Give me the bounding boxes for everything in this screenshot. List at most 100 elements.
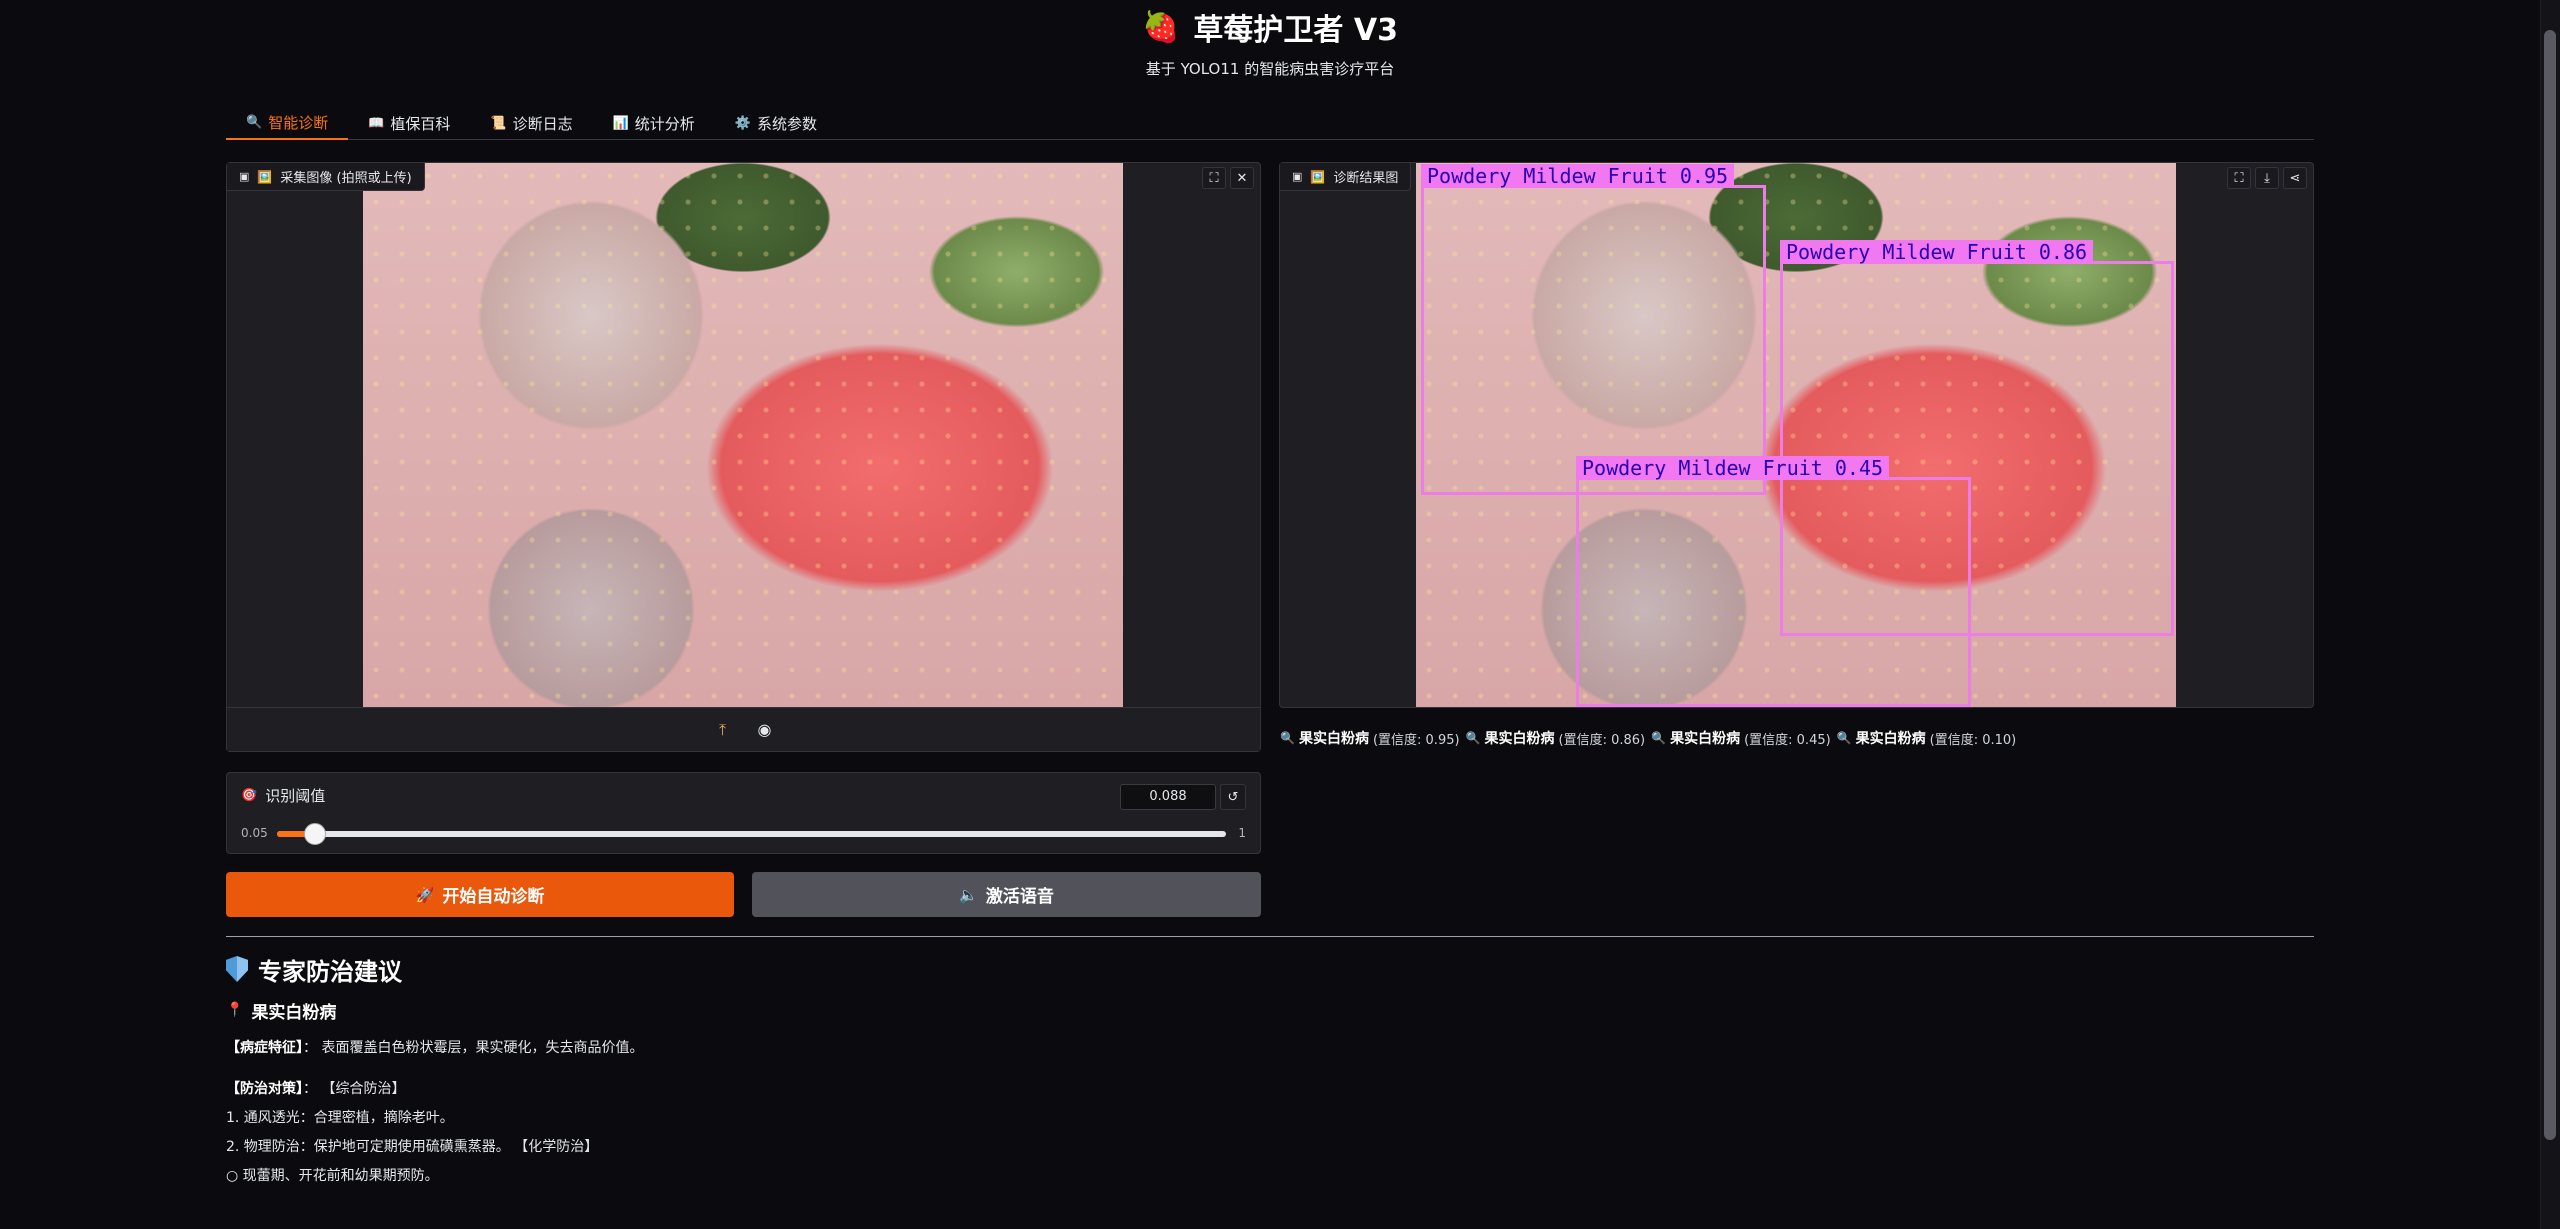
slider-max-label: 1 bbox=[1238, 826, 1246, 840]
detection-box: Powdery Mildew Fruit 0.45 bbox=[1576, 456, 1971, 707]
fullscreen-icon[interactable]: ⛶ bbox=[1202, 167, 1226, 189]
advice-title: 专家防治建议 bbox=[258, 957, 402, 986]
symptom-text: ： 表面覆盖白色粉状霉层，果实硬化，失去商品价值。 bbox=[303, 1040, 644, 1056]
detection-label: Powdery Mildew Fruit 0.95 bbox=[1421, 164, 1735, 188]
image-icon: ▣ bbox=[1292, 170, 1303, 183]
page-subtitle: 基于 YOLO11 的智能病虫害诊疗平台 bbox=[1145, 60, 1395, 78]
detection-label: Powdery Mildew Fruit 0.45 bbox=[1576, 456, 1890, 480]
disease-name: 果实白粉病 bbox=[251, 1002, 337, 1023]
control-step: ○ 现蕾期、开花前和幼果期预防。 bbox=[226, 1168, 439, 1184]
start-diagnosis-button[interactable]: 🚀 开始自动诊断 bbox=[226, 872, 734, 917]
tab-system-params[interactable]: ⚙️ 系统参数 bbox=[715, 106, 837, 140]
seed-texture bbox=[363, 163, 1123, 707]
share-icon[interactable]: ⋖ bbox=[2283, 167, 2307, 189]
page-title: 🍓 草莓护卫者 V3 bbox=[226, 9, 2314, 49]
app-title: 草莓护卫者 V3 bbox=[1193, 13, 1398, 48]
disease-heading: 📍 果实白粉病 bbox=[226, 998, 2314, 1023]
tab-label: 诊断日志 bbox=[512, 114, 573, 133]
magnifier-icon: 🔍 bbox=[1280, 731, 1295, 745]
target-icon: 🎯 bbox=[241, 788, 258, 803]
result-confidence: (置信度: 0.10) bbox=[1929, 732, 2017, 748]
start-diagnosis-label: 开始自动诊断 bbox=[442, 887, 545, 907]
shield-icon bbox=[226, 956, 248, 982]
slider-min-label: 0.05 bbox=[241, 826, 268, 840]
picture-icon: 🖼️ bbox=[1310, 169, 1326, 184]
result-disease: 果实白粉病 bbox=[1484, 731, 1555, 747]
tab-label: 智能诊断 bbox=[268, 113, 329, 132]
section-divider bbox=[226, 936, 2314, 937]
result-confidence: (置信度: 0.86) bbox=[1558, 732, 1646, 748]
diagnosis-results: 🔍 果实白粉病 (置信度: 0.95) 🔍 果实白粉病 (置信度: 0.86) … bbox=[1280, 728, 2016, 748]
advice-heading: 专家防治建议 bbox=[226, 952, 2314, 986]
image-icon: ▣ bbox=[239, 170, 250, 183]
result-disease: 果实白粉病 bbox=[1855, 731, 1926, 747]
result-confidence: (置信度: 0.95) bbox=[1372, 732, 1460, 748]
bar-chart-icon: 📊 bbox=[612, 115, 629, 131]
tab-label: 植保百科 bbox=[390, 114, 451, 133]
control-text: ： 【综合防治】 bbox=[303, 1081, 406, 1097]
fullscreen-icon[interactable]: ⛶ bbox=[2227, 167, 2251, 189]
magnifier-icon: 🔍 bbox=[1651, 731, 1667, 745]
symptom-paragraph: 【病症特征】： 表面覆盖白色粉状霉层，果实硬化，失去商品价值。 bbox=[226, 1034, 2314, 1063]
tab-label: 系统参数 bbox=[757, 114, 818, 133]
result-item: 🔍 果实白粉病 (置信度: 0.95) bbox=[1280, 728, 1460, 748]
result-panel-label: ▣ 🖼️ 诊断结果图 bbox=[1280, 163, 1412, 191]
result-disease: 果实白粉病 bbox=[1670, 731, 1741, 747]
activate-voice-label: 激活语音 bbox=[985, 887, 1054, 907]
result-disease: 果实白粉病 bbox=[1298, 731, 1369, 747]
tab-diagnosis-log[interactable]: 📜 诊断日志 bbox=[470, 106, 592, 140]
detection-box: Powdery Mildew Fruit 0.95 bbox=[1421, 164, 1766, 495]
book-icon: 📖 bbox=[368, 115, 385, 131]
magnifier-icon: 🔍 bbox=[1465, 731, 1481, 745]
result-photo: Powdery Mildew Fruit 0.95 Powdery Mildew… bbox=[1416, 163, 2176, 707]
threshold-slider[interactable] bbox=[277, 823, 1226, 845]
pin-icon: 📍 bbox=[226, 1002, 244, 1018]
reset-icon[interactable]: ↺ bbox=[1220, 784, 1246, 810]
control-title: 【防治对策】 bbox=[226, 1081, 303, 1097]
gear-icon: ⚙️ bbox=[734, 115, 751, 131]
tab-plant-encyclopedia[interactable]: 📖 植保百科 bbox=[348, 106, 470, 140]
slider-handle[interactable] bbox=[303, 823, 326, 845]
expert-advice: 专家防治建议 📍 果实白粉病 【病症特征】： 表面覆盖白色粉状霉层，果实硬化，失… bbox=[226, 952, 2314, 1191]
result-item: 🔍 果实白粉病 (置信度: 0.10) bbox=[1837, 728, 2017, 748]
tab-smart-diagnosis[interactable]: 🔍 智能诊断 bbox=[226, 106, 349, 140]
control-step: 1. 通风透光：合理密植，摘除老叶。 bbox=[226, 1110, 454, 1126]
result-image-panel: ▣ 🖼️ 诊断结果图 ⛶ ⤓ ⋖ Powdery Mildew Fruit 0.… bbox=[1279, 162, 2314, 708]
close-icon[interactable]: ✕ bbox=[1230, 167, 1254, 189]
magnifier-icon: 🔍 bbox=[1836, 731, 1852, 745]
tab-label: 统计分析 bbox=[634, 114, 695, 133]
control-step: 2. 物理防治：保护地可定期使用硫磺熏蒸器。 【化学防治】 bbox=[226, 1139, 599, 1155]
picture-icon: 🖼️ bbox=[257, 169, 273, 184]
webcam-icon[interactable]: ◉ bbox=[753, 719, 777, 741]
result-item: 🔍 果实白粉病 (置信度: 0.86) bbox=[1466, 728, 1646, 748]
input-panel-label: ▣ 🖼️ 采集图像 (拍照或上传) bbox=[227, 163, 425, 191]
threshold-panel: 🎯 识别阈值 0.088 ↺ 0.05 1 bbox=[226, 772, 1261, 854]
strawberry-icon: 🍓 bbox=[1142, 9, 1180, 45]
result-item: 🔍 果实白粉病 (置信度: 0.45) bbox=[1651, 728, 1831, 748]
result-panel-actions: ⛶ ⤓ ⋖ bbox=[2227, 167, 2307, 189]
magnifier-icon: 🔍 bbox=[246, 114, 263, 130]
input-image-panel[interactable]: ▣ 🖼️ 采集图像 (拍照或上传) ⛶ ✕ ⤒ ◉ bbox=[226, 162, 1261, 752]
speaker-icon: 🔈 bbox=[959, 885, 978, 904]
input-panel-actions: ⛶ ✕ bbox=[1202, 167, 1254, 189]
threshold-title: 识别阈值 bbox=[265, 787, 326, 805]
tab-statistics[interactable]: 📊 统计分析 bbox=[593, 106, 715, 140]
activate-voice-button[interactable]: 🔈 激活语音 bbox=[752, 872, 1261, 917]
input-panel-title: 采集图像 (拍照或上传) bbox=[280, 171, 412, 186]
page-scrollbar[interactable] bbox=[2540, 0, 2560, 1229]
scrollbar-thumb[interactable] bbox=[2544, 30, 2556, 1140]
symptom-title: 【病症特征】 bbox=[226, 1040, 303, 1056]
download-icon[interactable]: ⤓ bbox=[2255, 167, 2279, 189]
upload-icon[interactable]: ⤒ bbox=[711, 719, 735, 741]
main-tabs: 🔍 智能诊断 📖 植保百科 📜 诊断日志 📊 统计分析 ⚙️ 系统参数 bbox=[226, 106, 2314, 140]
input-source-bar: ⤒ ◉ bbox=[227, 707, 1260, 751]
result-panel-title: 诊断结果图 bbox=[1333, 171, 1399, 186]
detection-label: Powdery Mildew Fruit 0.86 bbox=[1780, 240, 2094, 264]
control-paragraph: 【防治对策】： 【综合防治】 bbox=[226, 1075, 2314, 1104]
scroll-icon: 📜 bbox=[490, 115, 507, 131]
threshold-number-input[interactable]: 0.088 bbox=[1120, 784, 1216, 810]
input-photo[interactable] bbox=[363, 163, 1123, 707]
result-confidence: (置信度: 0.45) bbox=[1744, 732, 1831, 748]
rocket-icon: 🚀 bbox=[415, 885, 435, 904]
threshold-label: 🎯 识别阈值 bbox=[241, 785, 325, 806]
